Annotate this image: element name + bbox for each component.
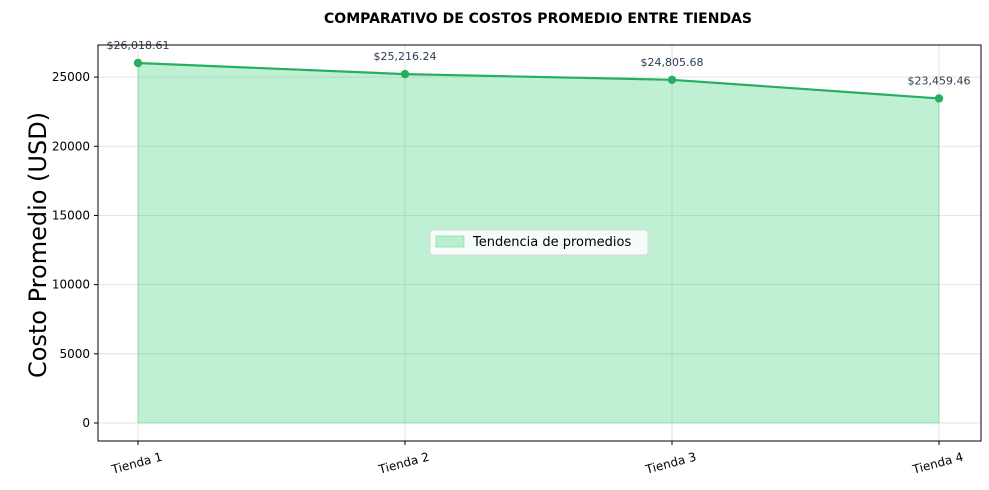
x-tick-label: Tienda 3 — [643, 450, 698, 477]
legend-label: Tendencia de promedios — [472, 235, 631, 250]
legend-swatch — [435, 235, 465, 248]
data-point — [133, 58, 143, 68]
chart: COMPARATIVO DE COSTOS PROMEDIO ENTRE TIE… — [24, 11, 982, 477]
x-tick-label: Tienda 2 — [376, 450, 431, 477]
data-label: $23,459.46 — [908, 74, 971, 87]
y-tick-label: 10000 — [52, 278, 90, 292]
data-label: $24,805.68 — [641, 56, 704, 69]
data-label: $25,216.24 — [374, 50, 437, 63]
x-tick-label: Tienda 4 — [910, 450, 965, 477]
y-tick-label: 25000 — [52, 70, 90, 84]
y-axis-label: Costo Promedio (USD) — [24, 112, 52, 378]
y-tick-label: 20000 — [52, 139, 90, 153]
chart-title: COMPARATIVO DE COSTOS PROMEDIO ENTRE TIE… — [324, 11, 752, 27]
y-tick-label: 15000 — [52, 208, 90, 222]
legend: Tendencia de promedios — [429, 229, 649, 256]
data-label: $26,018.61 — [107, 39, 170, 52]
data-point — [934, 94, 944, 103]
y-tick-label: 5000 — [59, 347, 90, 361]
data-point — [667, 75, 677, 84]
y-tick-label: 0 — [82, 416, 90, 430]
data-point — [400, 69, 410, 79]
x-tick-label: Tienda 1 — [109, 450, 164, 477]
